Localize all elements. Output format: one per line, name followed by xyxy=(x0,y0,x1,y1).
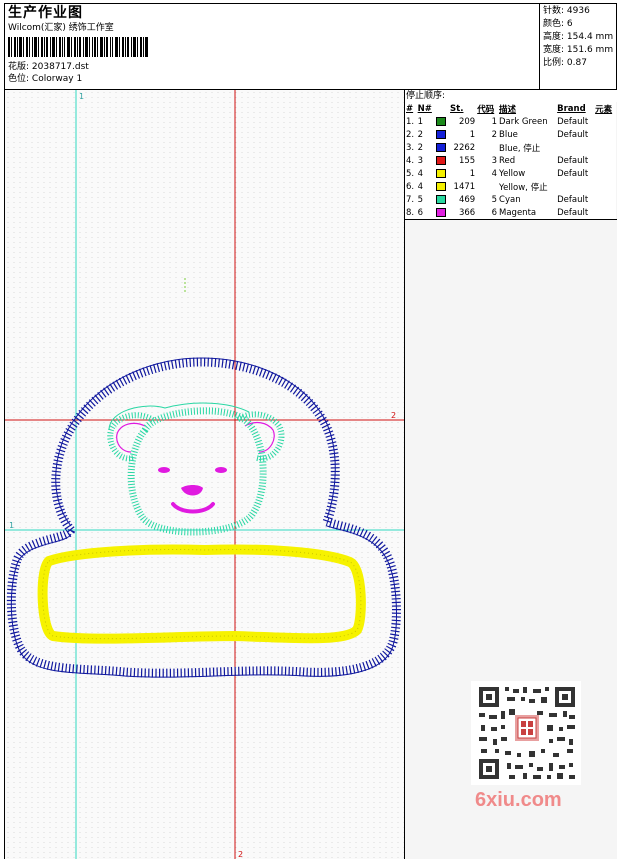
design-stats: 针数: 4936 颜色: 6 高度: 154.4 mm 宽度: 151.6 mm… xyxy=(540,4,617,90)
embroidery-preview: 1 2 2 1 xyxy=(5,90,404,859)
guide-label-v1: 1 xyxy=(79,92,84,101)
bear-right-eye xyxy=(215,467,227,473)
stop-sequence-heading: 停止顺序: xyxy=(405,90,617,102)
color-swatch xyxy=(436,142,447,152)
table-row[interactable]: 3. 2 2262 Blue, 停止 xyxy=(405,141,616,154)
col-header-index: # xyxy=(406,103,414,114)
col-header-needle: N# xyxy=(417,103,432,114)
design-file-line: 花版: 2038717.dst xyxy=(8,61,539,73)
col-header-element: 元素 xyxy=(595,104,613,115)
bear-left-eye xyxy=(158,467,170,473)
table-row[interactable]: 6. 4 1471 Yellow, 停止 xyxy=(405,180,616,193)
stat-colors: 颜色: 6 xyxy=(543,19,573,29)
stat-height: 高度: 154.4 mm xyxy=(543,32,614,42)
bear-mouth xyxy=(171,502,215,514)
barcode xyxy=(8,37,148,57)
design-preview-canvas[interactable]: 1 2 2 1 xyxy=(5,90,405,859)
design-file-name: 2038717.dst xyxy=(31,62,89,72)
bear-nose xyxy=(181,485,203,496)
color-swatch xyxy=(436,116,447,126)
yellow-banner-border xyxy=(37,544,366,644)
colorway-name: Colorway 1 xyxy=(31,74,83,84)
table-row[interactable]: 1. 1 209 1 Dark Green Default xyxy=(405,115,616,128)
col-header-description: 描述 xyxy=(499,104,517,115)
col-header-brand: Brand xyxy=(557,103,586,114)
table-row[interactable]: 4. 3 155 3 Red Default xyxy=(405,154,616,167)
stat-width: 宽度: 151.6 mm xyxy=(543,45,614,55)
table-row[interactable]: 8. 6 366 6 Magenta Default xyxy=(405,206,616,219)
guide-label-h2: 2 xyxy=(391,411,396,420)
table-row[interactable]: 2. 2 1 2 Blue Default xyxy=(405,128,616,141)
studio-name: Wilcom(汇家) 绣饰工作室 xyxy=(8,23,114,33)
qr-code-icon xyxy=(471,681,581,785)
stat-scale: 比例: 0.87 xyxy=(543,58,587,68)
header-info: 生产作业图 Wilcom(汇家) 绣饰工作室 花版: 2038717.dst 色… xyxy=(5,4,540,90)
bear-head-outline xyxy=(127,407,267,536)
col-header-code: 代码 xyxy=(477,104,495,115)
table-row[interactable]: 5. 4 1 4 Yellow Default xyxy=(405,167,616,180)
guide-label-v2: 2 xyxy=(238,850,243,859)
color-swatch xyxy=(436,155,447,165)
color-swatch xyxy=(436,181,447,191)
blue-dome-outline xyxy=(51,357,340,533)
sheet-title: 生产作业图 xyxy=(8,5,83,21)
color-swatch xyxy=(436,168,447,178)
table-row[interactable]: 7. 5 469 5 Cyan Default xyxy=(405,193,616,206)
guide-label-h1: 1 xyxy=(9,521,14,530)
stop-sequence-table: # N# St. 代码 描述 Brand 元素 1. 1 209 1 Dark … xyxy=(405,102,616,219)
col-header-stitches: St. xyxy=(450,103,464,114)
blue-banner-outline xyxy=(6,517,401,678)
color-swatch xyxy=(436,207,447,217)
color-swatch xyxy=(436,129,447,139)
stop-table-header-row: # N# St. 代码 描述 Brand 元素 xyxy=(405,102,616,115)
colorway-line: 色位: Colorway 1 xyxy=(8,73,539,85)
site-watermark: 6xiu.com xyxy=(475,789,562,811)
colorway-label: 色位: xyxy=(8,74,30,84)
color-swatch xyxy=(436,194,447,204)
stat-stitches: 针数: 4936 xyxy=(543,6,590,16)
qr-code-watermark xyxy=(471,681,581,785)
design-label: 花版: xyxy=(8,62,30,72)
panel-divider xyxy=(405,219,617,220)
